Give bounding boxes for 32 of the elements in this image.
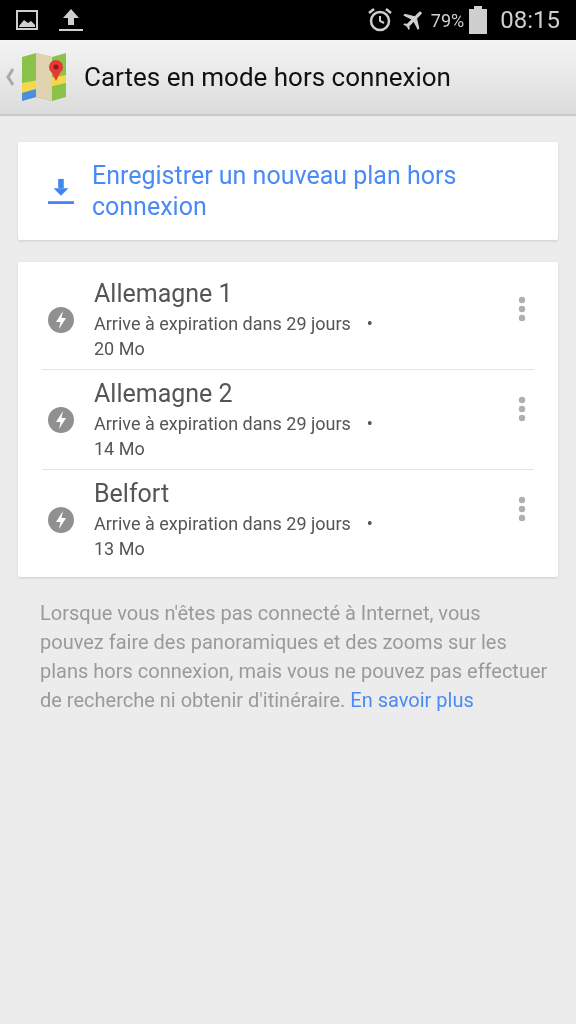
battery-percent: 79% <box>430 8 465 33</box>
battery-icon <box>468 6 489 34</box>
map-size: 13 Mo <box>94 537 146 561</box>
map-app-icon[interactable] <box>20 53 68 101</box>
map-list-item[interactable]: Belfort Arrive à expiration dans 29 jours • 13 Mo <box>42 470 534 569</box>
separator-dot: • <box>366 412 373 436</box>
lightning-icon <box>48 406 74 433</box>
map-list-item[interactable]: Allemagne 1 Arrive à expiration dans 29 jours • 20 Mo <box>42 270 534 370</box>
separator-dot: • <box>366 312 373 336</box>
upload-icon <box>58 8 84 32</box>
alarm-icon <box>366 7 393 33</box>
separator-dot: • <box>366 512 373 536</box>
expiry-text: Arrive à expiration dans 29 jours <box>94 511 351 536</box>
offline-info-text: Lorsque vous n'êtes pas connecté à Internet, vous pouvez faire des panoramiques et des zooms sur les plans hors connexion, mais vous ne pouvez pas effectuer de recherche ni obtenir d'itinéraire. En savoir plus <box>39 600 549 714</box>
download-icon <box>48 176 74 206</box>
more-options-icon[interactable] <box>518 296 526 322</box>
map-name: Allemagne 2 <box>94 378 234 410</box>
more-options-icon[interactable] <box>518 496 526 522</box>
screen-title: Cartes en mode hors connexion <box>84 60 451 94</box>
map-list-item[interactable]: Allemagne 2 Arrive à expiration dans 29 jours • 14 Mo <box>42 370 534 470</box>
expiry-text: Arrive à expiration dans 29 jours <box>94 311 351 336</box>
expiry-text: Arrive à expiration dans 29 jours <box>94 411 351 436</box>
image-icon <box>16 10 38 30</box>
map-size: 14 Mo <box>94 437 146 461</box>
back-caret-icon[interactable] <box>6 68 14 86</box>
lightning-icon <box>48 306 74 333</box>
map-name: Allemagne 1 <box>94 278 234 310</box>
more-options-icon[interactable] <box>518 396 526 422</box>
map-size: 20 Mo <box>94 337 146 361</box>
clock: 08:15 <box>500 5 560 36</box>
lightning-icon <box>48 506 74 533</box>
map-name: Belfort <box>94 478 171 510</box>
